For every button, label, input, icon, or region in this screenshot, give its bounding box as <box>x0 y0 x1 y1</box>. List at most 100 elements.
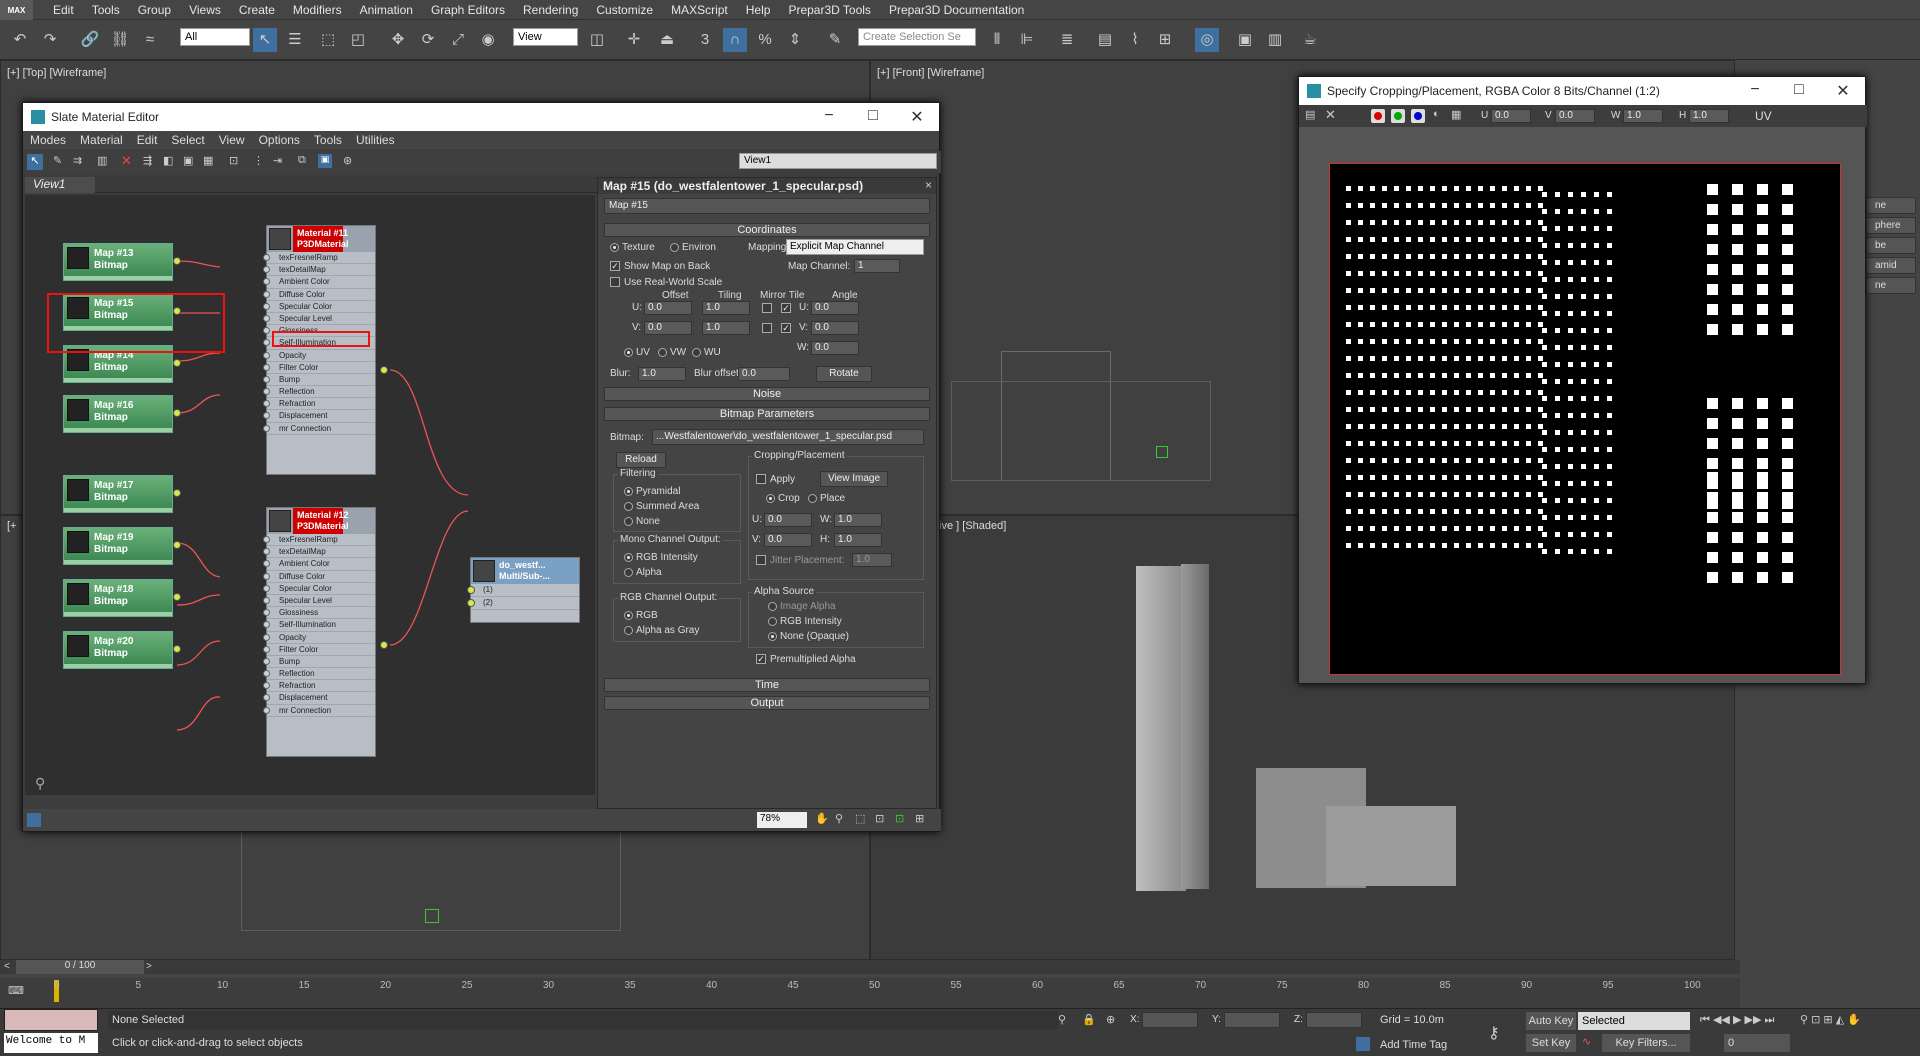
set-key-icon[interactable]: ⚷ <box>1488 1023 1500 1043</box>
slot-port[interactable] <box>263 412 270 420</box>
unlink-icon[interactable]: ⛓ <box>108 28 132 52</box>
rgb-intensity-radio[interactable] <box>624 553 633 562</box>
pyramidal-radio[interactable] <box>624 487 633 496</box>
key-set-dropdown[interactable]: Selected <box>1578 1012 1690 1030</box>
maximize-button[interactable]: □ <box>863 107 883 127</box>
slate-menu-tools[interactable]: Tools <box>307 131 349 149</box>
slot-port[interactable] <box>263 375 270 383</box>
menu-create[interactable]: Create <box>230 0 284 20</box>
slot-port[interactable] <box>263 584 270 592</box>
ref-coord-dropdown[interactable]: View <box>513 28 578 46</box>
z-coordinate[interactable] <box>1306 1012 1362 1028</box>
show-map-icon[interactable]: ▣ <box>183 154 193 167</box>
menu-help[interactable]: Help <box>737 0 780 20</box>
assign-material-icon[interactable]: ⇉ <box>73 154 82 167</box>
material-output-port[interactable] <box>380 366 388 374</box>
mono-icon[interactable]: ▦ <box>1451 108 1461 121</box>
bitmap-output-port[interactable] <box>173 593 181 601</box>
jitter-checkbox[interactable] <box>756 555 766 565</box>
mirror-icon[interactable]: ⫴ <box>985 28 1009 52</box>
viewport-top-label[interactable]: [+] [Top] [Wireframe] <box>7 67 106 79</box>
mapping-dropdown[interactable]: Explicit Map Channel <box>786 239 924 255</box>
bitmap-params-rollout[interactable]: Bitmap Parameters <box>604 407 930 421</box>
slot-port[interactable] <box>263 694 270 702</box>
bitmap-output-port[interactable] <box>173 409 181 417</box>
slot-port[interactable] <box>263 645 270 653</box>
multi-slot-1[interactable]: (1) <box>467 584 579 597</box>
pick-material-icon[interactable]: ✎ <box>53 154 62 167</box>
none-radio[interactable] <box>624 517 633 526</box>
apply-checkbox[interactable] <box>756 474 766 484</box>
create-object-button[interactable]: ne <box>1866 277 1916 294</box>
view-image-button[interactable]: View Image <box>820 471 888 487</box>
parameter-editor-icon[interactable]: ⧉ <box>298 154 306 167</box>
uv-toggle[interactable]: UV <box>1755 109 1772 123</box>
v-tiling-spinner[interactable]: 1.0 <box>702 321 750 335</box>
y-coordinate[interactable] <box>1224 1012 1280 1028</box>
slate-menu-edit[interactable]: Edit <box>130 131 165 149</box>
material-slot[interactable]: Specular Color <box>263 583 375 595</box>
alpha-radio[interactable] <box>624 568 633 577</box>
rgb-int-alpha-radio[interactable] <box>768 617 777 626</box>
menu-graph-editors[interactable]: Graph Editors <box>422 0 514 20</box>
map-name-field[interactable]: Map #15 <box>604 198 930 214</box>
zoom-all-icon[interactable]: ⊡ <box>1811 1014 1820 1026</box>
play-icon[interactable]: ▶ <box>1733 1014 1741 1026</box>
slate-menu-modes[interactable]: Modes <box>23 131 73 149</box>
coordinates-rollout[interactable]: Coordinates <box>604 223 930 237</box>
crop-w-spinner[interactable]: 1.0 <box>1623 109 1663 123</box>
slot-port[interactable] <box>263 266 270 274</box>
material-slot[interactable]: Self-Illumination <box>263 619 375 632</box>
material-slot[interactable]: Diffuse Color <box>263 571 375 583</box>
maxscript-listener[interactable] <box>4 1009 98 1031</box>
slot-port[interactable] <box>263 278 270 286</box>
scale-icon[interactable]: ⤢ <box>446 28 470 52</box>
slot-port[interactable] <box>263 706 270 714</box>
menu-group[interactable]: Group <box>129 0 180 20</box>
select-tool-icon[interactable]: ↖ <box>27 154 43 170</box>
create-object-button[interactable]: phere <box>1866 217 1916 234</box>
time-slider-track[interactable]: < 0 / 100 > <box>0 960 1740 974</box>
zoom-region-icon[interactable]: ⬚ <box>855 812 865 825</box>
alpha-gray-radio[interactable] <box>624 626 633 635</box>
reload-button[interactable]: Reload <box>616 452 666 468</box>
output-rollout[interactable]: Output <box>604 696 930 710</box>
material-slot[interactable]: Reflection <box>263 668 375 681</box>
material-slot[interactable]: Displacement <box>263 692 375 705</box>
create-object-button[interactable]: be <box>1866 237 1916 254</box>
material-slot[interactable]: Specular Level <box>263 595 375 608</box>
material-slot[interactable]: Glossiness <box>263 607 375 620</box>
background-icon[interactable]: ▦ <box>203 154 213 167</box>
u-angle-spinner[interactable]: 0.0 <box>811 301 859 315</box>
zoom-extents-icon[interactable]: ⊡ <box>875 812 884 825</box>
bitmap-node[interactable]: Map #20 Bitmap <box>63 631 173 669</box>
view-dropdown[interactable]: View1 <box>739 153 937 169</box>
slot-port[interactable] <box>263 339 270 347</box>
crop-u-spinner[interactable]: 0.0 <box>1491 109 1531 123</box>
material-slot[interactable]: texDetailMap <box>263 264 375 277</box>
scene-explorer-icon[interactable]: ▤ <box>1093 28 1117 52</box>
add-time-tag[interactable]: Add Time Tag <box>1380 1039 1447 1051</box>
slot-port[interactable] <box>263 290 270 298</box>
multi-slot-2[interactable]: (2) <box>467 597 579 610</box>
bitmap-node[interactable]: Map #16 Bitmap <box>63 395 173 433</box>
current-frame-field[interactable]: 0 <box>1724 1034 1790 1052</box>
put-to-library-icon[interactable]: ▥ <box>97 154 107 167</box>
slot-port[interactable] <box>263 633 270 641</box>
app-logo[interactable]: MAX <box>0 0 33 20</box>
bitmap-output-port[interactable] <box>173 645 181 653</box>
slot-port[interactable] <box>263 682 270 690</box>
bitmap-output-port[interactable] <box>173 541 181 549</box>
slate-menu-options[interactable]: Options <box>252 131 307 149</box>
slot-port[interactable] <box>263 351 270 359</box>
rotate-icon[interactable]: ⟳ <box>416 28 440 52</box>
menu-maxscript[interactable]: MAXScript <box>662 0 737 20</box>
crop-image-canvas[interactable] <box>1329 163 1841 675</box>
slot-port[interactable] <box>263 596 270 604</box>
w-angle-spinner[interactable]: 0.0 <box>811 341 859 355</box>
slate-nav-icon[interactable] <box>27 813 41 827</box>
go-to-end-icon[interactable]: ⏭ <box>1764 1014 1774 1026</box>
slot-port[interactable] <box>263 424 270 432</box>
v-offset-spinner[interactable]: 0.0 <box>644 321 692 335</box>
menu-modifiers[interactable]: Modifiers <box>284 0 351 20</box>
